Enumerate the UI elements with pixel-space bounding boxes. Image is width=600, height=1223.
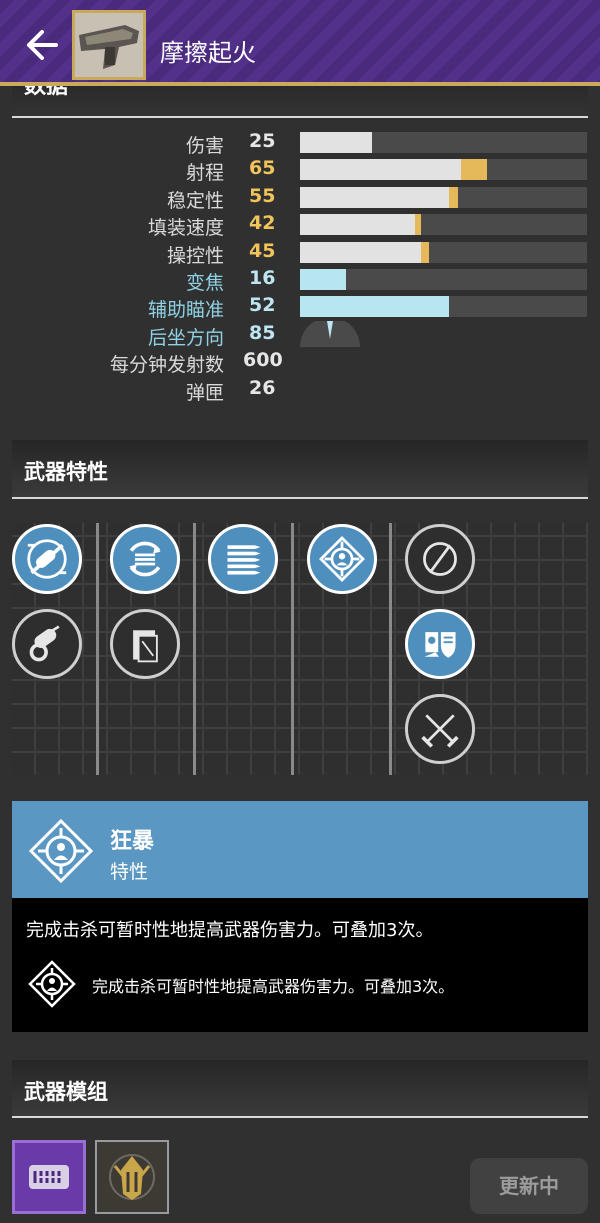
- selected-perk-body: 完成击杀可暂时性地提高武器伤害力。可叠加3次。 完成击杀可暂时性地提高武器伤害力…: [12, 898, 588, 1032]
- stat-value: 55: [249, 184, 276, 207]
- column-divider: [389, 523, 392, 775]
- stat-bar-fill: [300, 186, 450, 208]
- empty-slot-icon: [423, 542, 457, 576]
- stat-bar: [300, 186, 587, 208]
- stat-value: 600: [243, 349, 283, 372]
- stat-bar-fill: [300, 296, 450, 318]
- mods-divider: [12, 1116, 588, 1118]
- stat-value: 42: [249, 212, 276, 235]
- stat-label: 伤害: [185, 135, 224, 157]
- stat-bar-bonus: [420, 241, 430, 263]
- mod-ornament-icon: [99, 1144, 165, 1210]
- page-title: 摩擦起火: [160, 39, 256, 67]
- traits-section-header: 武器特性: [12, 440, 588, 498]
- stat-label: 每分钟发射数: [109, 354, 224, 377]
- rounds-icon: [227, 545, 261, 575]
- app-header: 摩擦起火: [0, 0, 600, 86]
- stat-row: 伤害 25: [0, 129, 600, 157]
- update-button[interactable]: 更新中: [470, 1158, 588, 1214]
- perk-rounds[interactable]: [208, 524, 278, 594]
- magazine-cycle-icon: [129, 541, 161, 577]
- stat-bar: [300, 214, 587, 236]
- stat-bar-fill: [300, 132, 372, 153]
- perk-shader[interactable]: [405, 609, 475, 679]
- barrel-attachment-icon: [29, 625, 60, 662]
- barrel-icon: [27, 539, 67, 579]
- stat-row: 弹匣 26: [0, 376, 600, 404]
- stat-row: 辅助瞄准 52: [0, 293, 600, 322]
- rampage-icon: [319, 536, 365, 582]
- traits-divider: [12, 497, 588, 499]
- stat-bar: [300, 159, 587, 181]
- stat-value: 16: [249, 267, 276, 289]
- stat-row: 每分钟发射数 600: [0, 348, 600, 377]
- stat-label: 稳定性: [166, 189, 224, 212]
- stat-value: 25: [249, 130, 276, 152]
- mod-slot-1[interactable]: [12, 1140, 86, 1214]
- stat-bar: [300, 132, 587, 153]
- column-divider: [96, 523, 99, 775]
- stat-row: 变焦 16: [0, 266, 600, 294]
- crossed-swords-icon: [421, 714, 459, 748]
- perk-barrel[interactable]: [12, 524, 82, 594]
- perk-sub-description: 完成击杀可暂时性地提高武器伤害力。可叠加3次。: [92, 977, 455, 996]
- column-divider: [291, 523, 294, 775]
- selected-perk-name: 狂暴: [110, 829, 155, 854]
- stat-value: 52: [249, 294, 276, 317]
- mods-section-title: 武器模组: [24, 1080, 108, 1104]
- stat-label: 射程: [185, 162, 224, 185]
- stat-label: 弹匣: [185, 381, 224, 404]
- perk-description: 完成击杀可暂时性地提高武器伤害力。可叠加3次。: [26, 920, 434, 941]
- stat-label: 操控性: [166, 244, 224, 267]
- stat-bar-fill: [300, 269, 346, 290]
- arrow-left-icon: [27, 30, 58, 60]
- stats-section-header: 数据: [12, 86, 588, 116]
- stats-divider: [12, 116, 588, 118]
- stat-row: 射程 65: [0, 156, 600, 185]
- stat-bar-bonus: [449, 186, 458, 208]
- mod-ammo-icon: [29, 1165, 69, 1189]
- stat-bar-bonus: [460, 159, 487, 181]
- mods-section-header: 武器模组: [12, 1060, 588, 1118]
- stat-bar-fill: [300, 241, 421, 263]
- recoil-gauge: [300, 320, 360, 347]
- stat-row: 后坐方向 85: [0, 320, 600, 349]
- perk-crossed-swords[interactable]: [405, 694, 475, 764]
- stat-bar-bonus: [414, 214, 421, 236]
- rampage-icon: [28, 960, 76, 1008]
- stat-value: 26: [249, 376, 276, 399]
- stat-value: 85: [249, 321, 276, 344]
- selected-perk-header: 狂暴 特性: [12, 801, 588, 898]
- selected-perk-type: 特性: [110, 861, 149, 883]
- stat-label: 辅助瞄准: [147, 299, 224, 322]
- perk-rampage[interactable]: [307, 524, 377, 594]
- stat-label: 填装速度: [147, 217, 224, 240]
- stat-bar-fill: [300, 214, 415, 236]
- perk-magazine-alt[interactable]: [110, 609, 180, 679]
- stat-label: 后坐方向: [147, 326, 224, 349]
- weapon-thumbnail[interactable]: [72, 10, 146, 80]
- back-button[interactable]: [22, 28, 62, 62]
- stat-row: 填装速度 42: [0, 211, 600, 240]
- perk-empty-slot[interactable]: [405, 524, 475, 594]
- perk-barrel-alt[interactable]: [12, 609, 82, 679]
- stat-bar: [300, 269, 587, 290]
- rampage-icon: [28, 818, 94, 884]
- stat-bar: [300, 241, 587, 263]
- perk-magazine[interactable]: [110, 524, 180, 594]
- mod-slot-2[interactable]: [95, 1140, 169, 1214]
- stat-bar-fill: [300, 159, 461, 181]
- stat-row: 稳定性 55: [0, 184, 600, 212]
- stat-value: 65: [249, 157, 276, 180]
- traits-section-title: 武器特性: [24, 460, 108, 484]
- magazine-card-icon: [133, 630, 158, 663]
- shader-icon: [424, 632, 456, 658]
- stat-row: 操控性 45: [0, 239, 600, 267]
- column-divider: [193, 523, 196, 775]
- stat-bar: [300, 296, 587, 318]
- stat-value: 45: [249, 239, 276, 262]
- stat-label: 变焦: [185, 272, 224, 294]
